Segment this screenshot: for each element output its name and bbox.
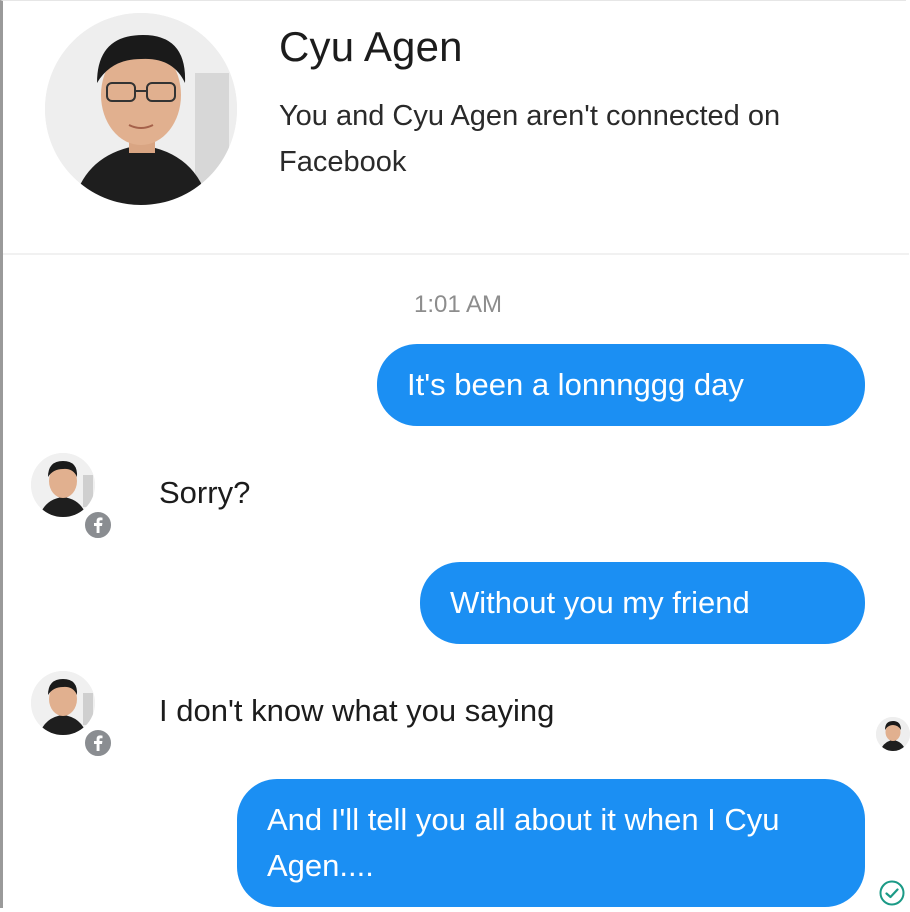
contact-name[interactable]: Cyu Agen xyxy=(279,23,463,71)
sender-avatar[interactable] xyxy=(31,453,95,517)
incoming-message[interactable]: I don't know what you saying xyxy=(159,693,554,729)
conversation-header: Cyu Agen You and Cyu Agen aren't connect… xyxy=(3,1,909,253)
delivered-check-icon xyxy=(878,879,906,907)
sender-photo xyxy=(31,453,95,517)
profile-avatar[interactable] xyxy=(45,13,237,205)
outgoing-message[interactable]: It's been a lonnnggg day xyxy=(377,344,865,426)
facebook-badge-icon xyxy=(82,509,114,541)
sender-photo xyxy=(31,671,95,735)
incoming-message[interactable]: Sorry? xyxy=(159,475,250,511)
sender-avatar[interactable] xyxy=(31,671,95,735)
outgoing-message[interactable]: And I'll tell you all about it when I Cy… xyxy=(237,779,865,907)
chat-window: Cyu Agen You and Cyu Agen aren't connect… xyxy=(0,0,910,908)
read-receipt-avatar xyxy=(876,717,910,751)
facebook-badge-icon xyxy=(82,727,114,759)
profile-photo xyxy=(45,13,237,205)
connection-note: You and Cyu Agen aren't connected on Fac… xyxy=(279,100,781,178)
message-timestamp: 1:01 AM xyxy=(413,291,503,318)
header-divider xyxy=(3,253,909,255)
outgoing-message[interactable]: Without you my friend xyxy=(420,562,865,644)
